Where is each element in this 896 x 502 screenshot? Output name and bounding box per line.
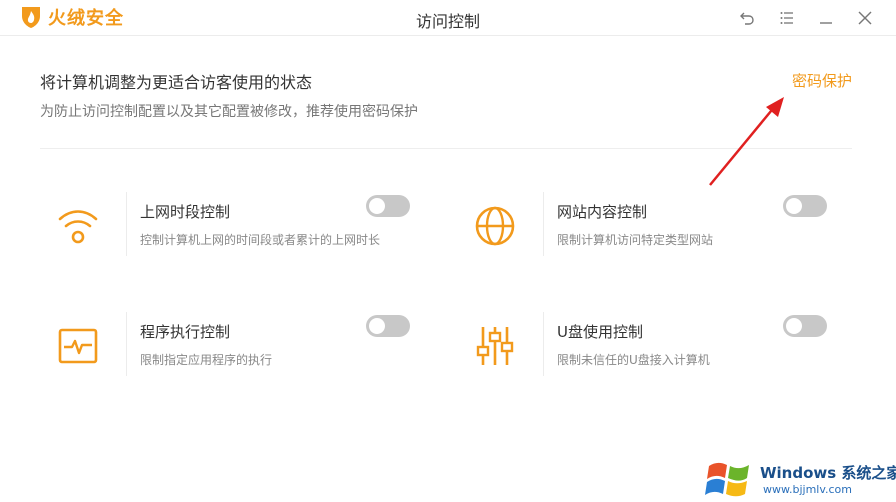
card-separator (543, 312, 544, 376)
undo-icon (740, 12, 754, 25)
card-description: 限制指定应用程序的执行 (140, 353, 273, 367)
card-title: 程序执行控制 (140, 323, 231, 341)
password-protect-link[interactable]: 密码保护 (792, 70, 852, 91)
card-website-content: 网站内容控制 限制计算机访问特定类型网站 (467, 190, 827, 260)
annotation-arrow-icon (709, 97, 784, 186)
card-separator (126, 312, 127, 376)
program-execution-toggle[interactable] (366, 315, 410, 337)
minimize-button[interactable] (815, 7, 837, 29)
brand-name: 火绒安全 (48, 8, 124, 29)
title-bar: 火绒安全 访问控制 (0, 0, 896, 36)
internet-time-toggle[interactable] (366, 195, 410, 217)
back-button[interactable] (736, 7, 758, 29)
close-button[interactable] (854, 7, 876, 29)
card-title: 上网时段控制 (140, 203, 231, 221)
header-title: 将计算机调整为更适合访客使用的状态 (40, 73, 313, 92)
toggle-knob (786, 318, 802, 334)
header-subtitle: 为防止访问控制配置以及其它配置被修改，推荐使用密码保护 (40, 104, 418, 120)
card-separator (543, 192, 544, 256)
card-title: U盘使用控制 (557, 323, 643, 341)
brand: 火绒安全 (20, 5, 124, 29)
program-monitor-icon (50, 318, 106, 374)
card-separator (126, 192, 127, 256)
huorong-logo-icon (22, 7, 40, 28)
card-internet-time: 上网时段控制 控制计算机上网的时间段或者累计的上网时长 (50, 190, 410, 260)
card-description: 限制未信任的U盘接入计算机 (557, 353, 710, 367)
windows-logo-icon (705, 462, 749, 497)
card-usb-control: U盘使用控制 限制未信任的U盘接入计算机 (467, 310, 827, 380)
window-title: 访问控制 (415, 12, 480, 31)
card-program-execution: 程序执行控制 限制指定应用程序的执行 (50, 310, 410, 380)
globe-icon (467, 198, 523, 254)
toggle-knob (369, 198, 385, 214)
menu-button[interactable] (776, 7, 798, 29)
watermark: Windows 系统之家 www.bjjmlv.com (705, 452, 896, 500)
usb-control-toggle[interactable] (783, 315, 827, 337)
minimize-icon (820, 22, 832, 24)
sliders-icon (467, 318, 523, 374)
card-description: 限制计算机访问特定类型网站 (557, 233, 714, 247)
close-icon (858, 11, 872, 25)
card-title: 网站内容控制 (557, 203, 648, 221)
menu-icon (780, 12, 793, 24)
card-description: 控制计算机上网的时间段或者累计的上网时长 (140, 233, 381, 247)
website-content-toggle[interactable] (783, 195, 827, 217)
watermark-brand: Windows 系统之家 (760, 464, 896, 482)
watermark-url: www.bjjmlv.com (763, 483, 852, 496)
toggle-knob (786, 198, 802, 214)
wifi-icon (50, 198, 106, 254)
toggle-knob (369, 318, 385, 334)
